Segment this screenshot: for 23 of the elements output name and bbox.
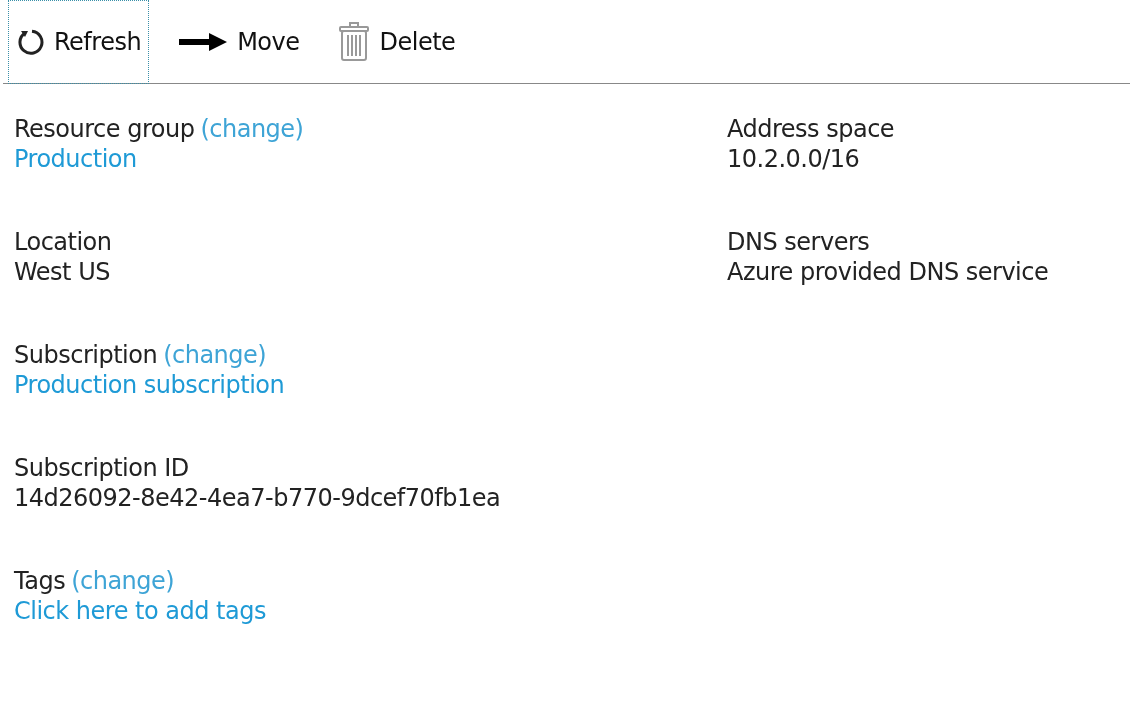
field-label: Subscription ID	[14, 453, 189, 483]
change-link[interactable]: (change)	[71, 566, 175, 596]
field-value: West US	[14, 257, 111, 287]
delete-button[interactable]: Delete	[329, 0, 464, 84]
value-link[interactable]: Production subscription	[14, 370, 727, 400]
refresh-button[interactable]: Refresh	[8, 0, 150, 84]
field-label: DNS servers	[727, 227, 870, 257]
refresh-icon	[16, 27, 44, 56]
field-label: Location	[14, 227, 112, 257]
trash-icon	[337, 21, 370, 62]
field-label: Resource group	[14, 114, 195, 144]
field-value: 14d26092-8e42-4ea7-b770-9dcef70fb1ea	[14, 483, 502, 513]
value-link[interactable]: Production	[14, 144, 727, 174]
change-link[interactable]: (change)	[200, 114, 304, 144]
change-link[interactable]: (change)	[163, 340, 267, 370]
move-button[interactable]: Move	[171, 0, 308, 84]
field-label: Address space	[727, 114, 895, 144]
field-value: Azure provided DNS service	[727, 257, 1049, 287]
field-value: 10.2.0.0/16	[727, 144, 861, 174]
field-label: Subscription	[14, 340, 158, 370]
value-link[interactable]: Click here to add tags	[14, 596, 727, 626]
field-label: Tags	[14, 566, 66, 596]
arrow-icon	[179, 31, 228, 52]
